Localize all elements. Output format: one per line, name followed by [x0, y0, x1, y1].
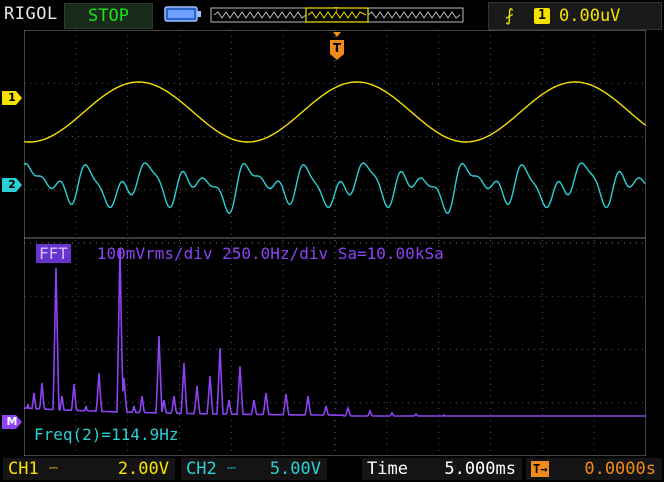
dc-coupling-icon: ⎓	[227, 461, 236, 474]
ch2-offset-marker[interactable]: 2	[2, 178, 22, 192]
timebase-button[interactable]: Time 5.000ms	[362, 458, 522, 480]
bottom-status-bar: CH1 ⎓ 2.00V CH2 ⎓ 5.00V Time 5.000ms T→ …	[0, 456, 664, 482]
waveform-display[interactable]	[24, 30, 646, 456]
dc-coupling-icon: ⎓	[49, 461, 58, 474]
fft-scale: 100mVrms/div	[96, 244, 213, 263]
status-bar: RIGOL STOP T ⨏ 1 0.00uV	[0, 0, 664, 30]
time-scale: 5.000ms	[444, 459, 516, 479]
trigger-info[interactable]: ⨏ 1 0.00uV	[488, 2, 662, 30]
ch1-scale: 2.00V	[117, 459, 169, 479]
ch2-scale: 5.00V	[269, 459, 321, 479]
trigger-offset-button[interactable]: T→ 0.0000s	[526, 458, 662, 480]
math-offset-marker[interactable]: M	[2, 415, 22, 429]
ch2-label: CH2	[186, 459, 217, 479]
rising-edge-icon: ⨏	[505, 6, 514, 26]
svg-text:T: T	[334, 6, 339, 15]
fft-sample-rate: Sa=10.00kSa	[337, 244, 444, 263]
ch1-offset-marker[interactable]: 1	[2, 91, 22, 105]
battery-icon	[164, 6, 201, 22]
ch1-scale-button[interactable]: CH1 ⎓ 2.00V	[3, 458, 175, 480]
trigger-source-badge: 1	[534, 8, 550, 24]
ch1-label: CH1	[8, 459, 39, 479]
ch2-waveform	[24, 162, 646, 215]
fft-span: 250.0Hz/div	[222, 244, 329, 263]
memory-depth-indicator: T	[210, 6, 464, 23]
time-label: Time	[367, 459, 408, 479]
frequency-measurement: Freq(2)=114.9Hz	[34, 425, 179, 444]
run-stop-status[interactable]: STOP	[64, 3, 153, 29]
trigger-offset: 0.0000s	[584, 459, 656, 479]
ch2-scale-button[interactable]: CH2 ⎓ 5.00V	[181, 458, 327, 480]
fft-badge: FFT	[36, 244, 71, 263]
trigger-level: 0.00uV	[559, 6, 621, 26]
brand-logo: RIGOL	[4, 4, 58, 24]
fft-settings: FFT 100mVrms/div 250.0Hz/div Sa=10.00kSa	[36, 244, 444, 263]
trigger-offset-icon: T→	[531, 461, 550, 477]
